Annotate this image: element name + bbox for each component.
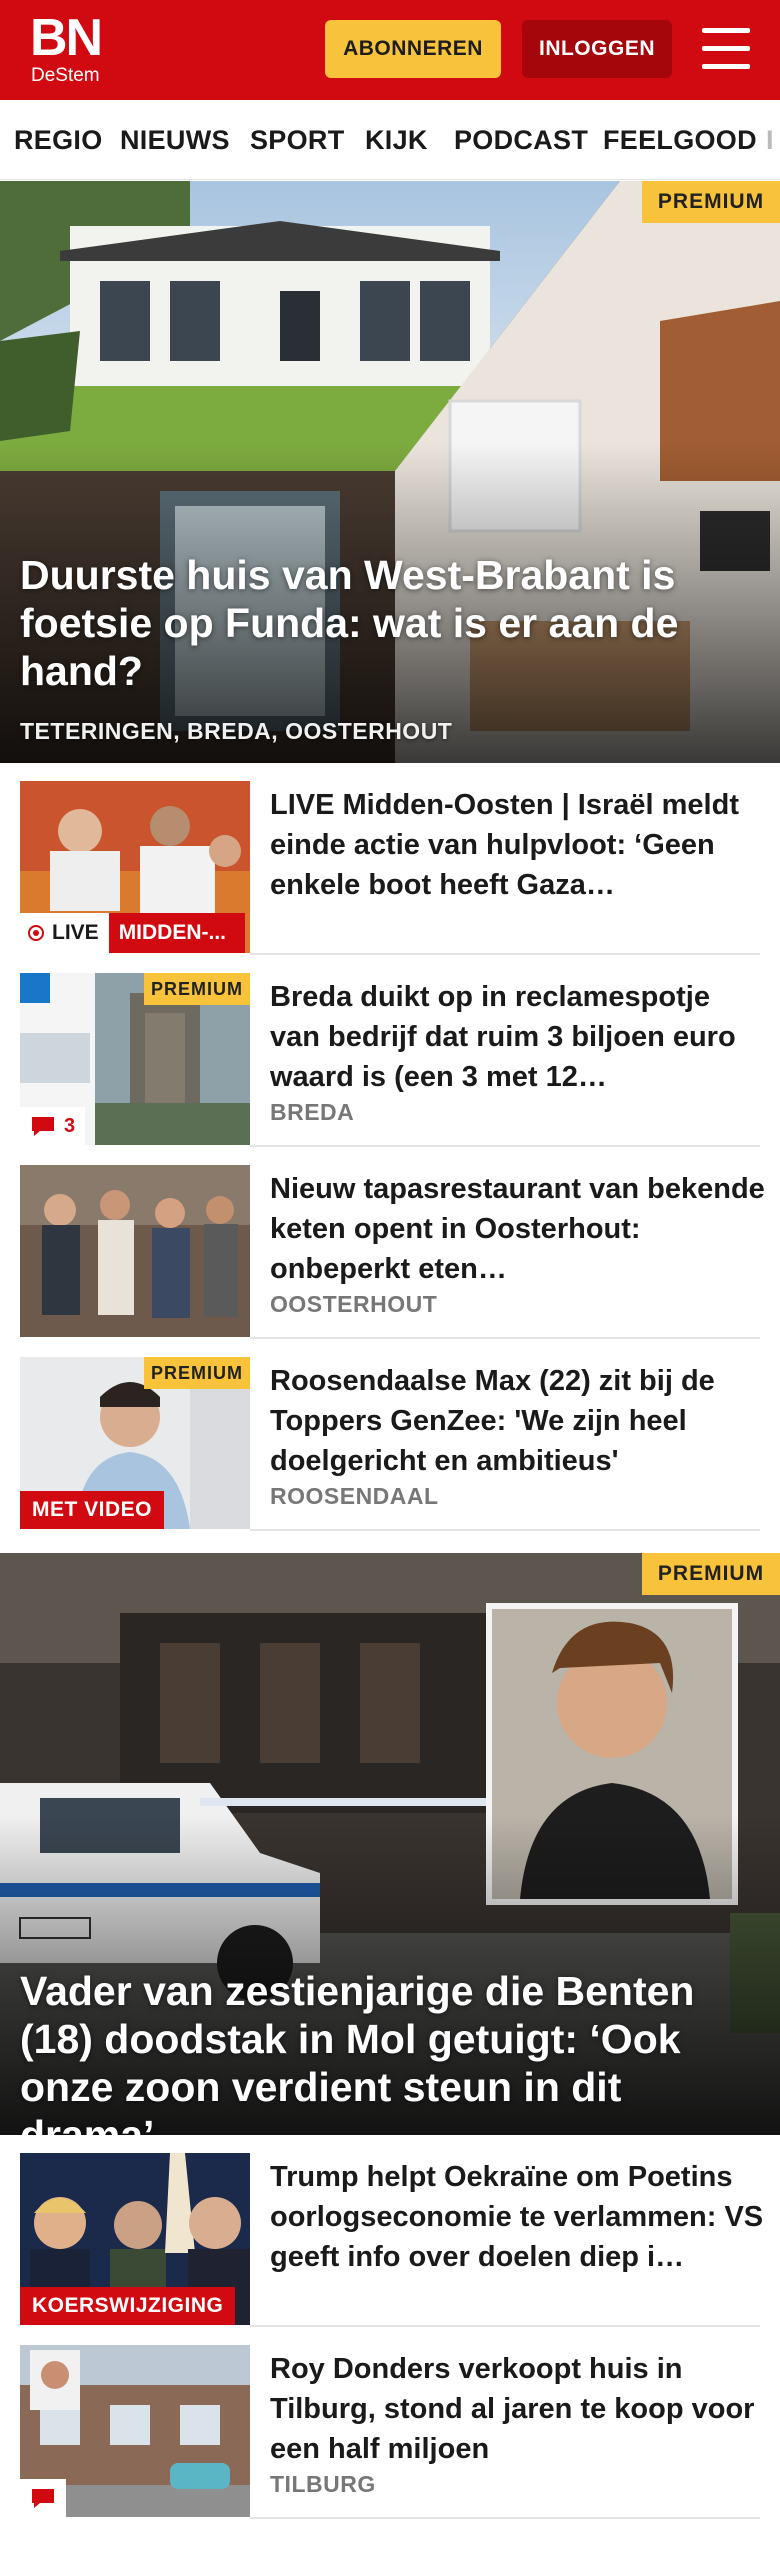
bn-destem-logo[interactable]: BN DeStem bbox=[30, 12, 120, 90]
top-bar: BN DeStem ABONNEREN INLOGGEN bbox=[0, 0, 780, 100]
logo-main: BN bbox=[30, 9, 103, 67]
article-headline[interactable]: Roosendaalse Max (22) zit bij de Toppers… bbox=[270, 1361, 765, 1481]
hero-article-funda[interactable]: PREMIUM Duurste huis van West-Brabant is… bbox=[0, 181, 780, 763]
nav-item-podcast[interactable]: PODCAST bbox=[454, 100, 588, 179]
article-headline[interactable]: Roy Donders verkoopt huis in Tilburg, st… bbox=[270, 2349, 765, 2469]
live-dot-icon bbox=[28, 925, 44, 941]
article-headline[interactable]: Trump helpt Oekraïne om Poetins oorlogse… bbox=[270, 2157, 765, 2277]
article-location: OOSTERHOUT bbox=[270, 1291, 438, 1317]
comment-icon bbox=[32, 1117, 54, 1136]
list-item[interactable]: KOERSWIJZIGING Trump helpt Oekraïne om P… bbox=[0, 2135, 780, 2327]
nav-item-regio[interactable]: REGIO bbox=[14, 100, 103, 179]
logo-sub: DeStem bbox=[31, 65, 100, 86]
subscribe-button[interactable]: ABONNEREN bbox=[325, 20, 501, 78]
divider bbox=[250, 2517, 760, 2519]
nav-item-kijk[interactable]: KIJK bbox=[365, 100, 428, 179]
article-thumbnail: PREMIUM 3 bbox=[20, 973, 250, 1145]
comment-icon bbox=[32, 2489, 54, 2508]
hero-locations: TETERINGEN, BREDA, OOSTERHOUT bbox=[20, 718, 453, 744]
list-item[interactable]: Nieuw tapasrestaurant van bekende keten … bbox=[0, 1147, 780, 1339]
article-headline[interactable]: Breda duikt op in reclamespotje van bedr… bbox=[270, 977, 765, 1097]
premium-badge: PREMIUM bbox=[144, 1357, 250, 1389]
premium-badge: PREMIUM bbox=[144, 973, 250, 1005]
list-item[interactable]: Roy Donders verkoopt huis in Tilburg, st… bbox=[0, 2327, 780, 2519]
hamburger-menu-icon[interactable] bbox=[700, 26, 752, 70]
video-badge: MET VIDEO bbox=[20, 1491, 165, 1529]
list-item[interactable]: LIVE MIDDEN-... LIVE Midden-Oosten | Isr… bbox=[0, 763, 780, 955]
article-thumbnail bbox=[20, 1165, 250, 1337]
live-badge: LIVE MIDDEN-... bbox=[20, 913, 245, 953]
premium-badge: PREMIUM bbox=[642, 1553, 780, 1595]
article-headline[interactable]: LIVE Midden-Oosten | Israël meldt einde … bbox=[270, 785, 765, 905]
nav-item-feelgood[interactable]: FEELGOOD bbox=[603, 100, 757, 179]
article-thumbnail: PREMIUM MET VIDEO bbox=[20, 1357, 250, 1529]
nav-item-nieuws[interactable]: NIEUWS bbox=[120, 100, 230, 179]
premium-badge: PREMIUM bbox=[642, 181, 780, 223]
login-button[interactable]: INLOGGEN bbox=[522, 20, 672, 78]
article-headline[interactable]: Nieuw tapasrestaurant van bekende keten … bbox=[270, 1169, 765, 1289]
article-thumbnail: KOERSWIJZIGING bbox=[20, 2153, 250, 2325]
section-nav: REGIO NIEUWS SPORT KIJK PODCAST FEELGOOD… bbox=[0, 100, 780, 180]
hero-title[interactable]: Duurste huis van West-Brabant is foetsie… bbox=[20, 551, 760, 695]
article-location: TILBURG bbox=[270, 2471, 376, 2497]
list-item[interactable]: PREMIUM 3 Breda duikt op in reclamespotj… bbox=[0, 955, 780, 1147]
divider bbox=[250, 1529, 760, 1531]
category-tag: KOERSWIJZIGING bbox=[20, 2287, 236, 2325]
nav-item-sport[interactable]: SPORT bbox=[250, 100, 345, 179]
article-thumbnail: LIVE MIDDEN-... bbox=[20, 781, 250, 953]
hero-title[interactable]: Vader van zestienjarige die Benten (18) … bbox=[20, 1967, 760, 2135]
category-label: MIDDEN-... bbox=[108, 913, 245, 953]
article-location: ROOSENDAAL bbox=[270, 1483, 439, 1509]
comment-count-badge[interactable] bbox=[20, 2479, 66, 2517]
comment-count-badge[interactable]: 3 bbox=[20, 1107, 86, 1145]
hero-article-mol[interactable]: PREMIUM Vader van zestienjarige die Bent… bbox=[0, 1553, 780, 2135]
article-thumbnail bbox=[20, 2345, 250, 2517]
list-item[interactable]: PREMIUM MET VIDEO Roosendaalse Max (22) … bbox=[0, 1339, 780, 1531]
article-location: BREDA bbox=[270, 1099, 355, 1125]
nav-item-overflow[interactable]: I bbox=[766, 100, 774, 179]
